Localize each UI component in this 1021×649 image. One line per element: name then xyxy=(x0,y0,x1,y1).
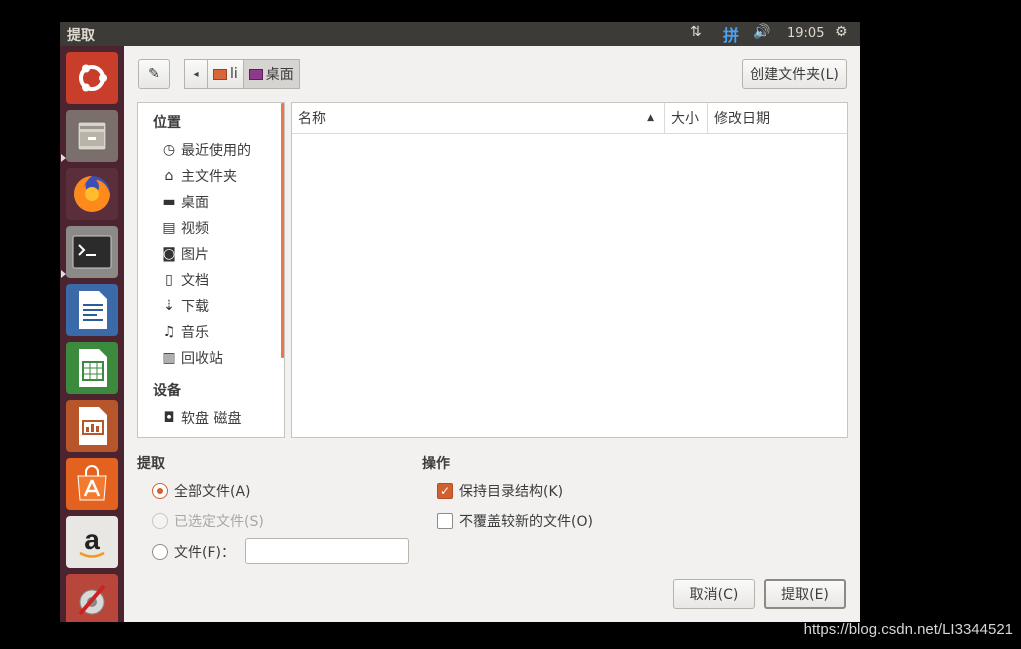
sidebar-item-music[interactable]: ♫ 音乐 xyxy=(161,321,209,343)
home-folder-icon xyxy=(213,68,227,80)
path-bar: ◂ li 桌面 xyxy=(184,59,300,89)
sidebar-item-label: 图片 xyxy=(181,247,209,263)
camera-icon: ◙ xyxy=(162,246,176,262)
sidebar-item-downloads[interactable]: ⇣ 下载 xyxy=(161,295,209,317)
sidebar-item-desktop[interactable]: ▬ 桌面 xyxy=(161,191,209,213)
checkmark-icon: ✓ xyxy=(437,483,453,499)
desktop-screen: 提取 ⇅ 拼 🔊 19:05 ⚙ a ✎ ◂ li 桌面 创建文件夹(L) 位置… xyxy=(60,22,860,622)
sidebar-item-label: 下载 xyxy=(181,299,209,315)
column-label: 大小 xyxy=(671,111,699,127)
chevron-left-icon: ◂ xyxy=(193,68,199,80)
radio-label: 文件(F)： xyxy=(174,545,235,561)
cancel-button[interactable]: 取消(C) xyxy=(673,579,755,609)
music-icon: ♫ xyxy=(162,324,176,340)
gear-icon[interactable]: ⚙ xyxy=(835,24,848,40)
download-icon: ⇣ xyxy=(163,298,175,314)
path-back-button[interactable]: ◂ xyxy=(184,59,208,89)
clock-icon: ◷ xyxy=(162,142,176,158)
radio-indicator xyxy=(152,513,168,529)
sidebar-item-pictures[interactable]: ◙ 图片 xyxy=(161,243,209,265)
column-label: 名称 xyxy=(298,111,326,127)
film-icon: ▤ xyxy=(162,220,176,236)
sort-ascending-icon: ▲ xyxy=(647,113,654,123)
column-label: 修改日期 xyxy=(714,111,770,127)
writer-icon[interactable] xyxy=(66,284,118,336)
top-panel: 提取 ⇅ 拼 🔊 19:05 ⚙ xyxy=(60,22,860,46)
places-sidebar: 位置 ◷ 最近使用的 ⌂ 主文件夹 ▬ 桌面 ▤ 视频 ◙ 图片 ▯ 文档 ⇣ 下载 ♫ 音乐 … xyxy=(137,102,285,438)
home-icon: ⌂ xyxy=(164,168,174,184)
sidebar-item-recent[interactable]: ◷ 最近使用的 xyxy=(161,139,251,161)
sidebar-item-label: 最近使用的 xyxy=(181,143,251,159)
radio-label: 全部文件(A) xyxy=(174,484,251,500)
path-segment-home[interactable]: li xyxy=(208,59,244,89)
network-icon[interactable]: ⇅ xyxy=(690,24,702,40)
sidebar-item-documents[interactable]: ▯ 文档 xyxy=(161,269,209,291)
desktop-folder-icon xyxy=(248,68,263,80)
extract-section-header: 提取 xyxy=(137,456,165,472)
input-method-indicator[interactable]: 拼 xyxy=(723,22,739,46)
sidebar-item-label: 软盘 磁盘 xyxy=(181,411,242,427)
calc-icon[interactable] xyxy=(66,342,118,394)
system-settings-icon[interactable] xyxy=(66,574,118,622)
create-folder-button[interactable]: 创建文件夹(L) xyxy=(742,59,847,89)
checkbox-indicator xyxy=(437,513,453,529)
sidebar-scrollbar[interactable] xyxy=(281,103,284,358)
pencil-icon: ✎ xyxy=(148,66,160,82)
volume-icon[interactable]: 🔊 xyxy=(753,24,770,40)
clock[interactable]: 19:05 xyxy=(787,26,824,41)
column-header-size[interactable]: 大小 xyxy=(665,103,708,133)
sidebar-item-videos[interactable]: ▤ 视频 xyxy=(161,217,209,239)
sidebar-item-label: 桌面 xyxy=(181,195,209,211)
radio-selected-files: 已选定文件(S) xyxy=(152,511,264,531)
trash-icon: ▥ xyxy=(162,350,176,366)
sidebar-item-label: 回收站 xyxy=(181,351,223,367)
firefox-icon[interactable] xyxy=(66,168,118,220)
sidebar-item-label: 视频 xyxy=(181,221,209,237)
radio-indicator xyxy=(152,483,168,499)
amazon-icon[interactable]: a xyxy=(66,516,118,568)
column-header-modified[interactable]: 修改日期 xyxy=(708,103,847,133)
radio-indicator xyxy=(152,544,168,560)
terminal-icon[interactable] xyxy=(66,226,118,278)
floppy-icon: ◘ xyxy=(163,410,175,426)
radio-files[interactable]: 文件(F)： xyxy=(152,542,235,562)
ubuntu-dash-icon[interactable] xyxy=(66,52,118,104)
sidebar-item-home[interactable]: ⌂ 主文件夹 xyxy=(161,165,237,187)
checkbox-label: 不覆盖较新的文件(O) xyxy=(459,514,593,530)
checkbox-no-overwrite[interactable]: 不覆盖较新的文件(O) xyxy=(437,511,593,531)
svg-text:a: a xyxy=(84,524,100,555)
radio-label: 已选定文件(S) xyxy=(174,514,264,530)
actions-section-header: 操作 xyxy=(422,456,450,472)
files-pattern-input[interactable] xyxy=(245,538,409,564)
sidebar-item-label: 文档 xyxy=(181,273,209,289)
checkbox-label: 保持目录结构(K) xyxy=(459,484,564,500)
sidebar-item-trash[interactable]: ▥ 回收站 xyxy=(161,347,223,369)
file-list[interactable]: 名称 ▲ 大小 修改日期 xyxy=(291,102,848,438)
extract-button[interactable]: 提取(E) xyxy=(764,579,846,609)
places-header: 位置 xyxy=(153,115,181,131)
impress-icon[interactable] xyxy=(66,400,118,452)
folder-icon: ▬ xyxy=(162,194,176,210)
path-segment-label: 桌面 xyxy=(265,67,294,83)
software-center-icon[interactable] xyxy=(66,458,118,510)
column-header-name[interactable]: 名称 ▲ xyxy=(292,103,665,133)
watermark: https://blog.csdn.net/LI3344521 xyxy=(803,621,1013,638)
launcher: a xyxy=(60,46,124,622)
path-segment-desktop[interactable]: 桌面 xyxy=(243,59,300,89)
files-icon[interactable] xyxy=(66,110,118,162)
path-segment-label: li xyxy=(230,66,238,82)
sidebar-item-label: 音乐 xyxy=(181,325,209,341)
sidebar-item-floppy[interactable]: ◘ 软盘 磁盘 xyxy=(161,407,241,429)
radio-all-files[interactable]: 全部文件(A) xyxy=(152,481,251,501)
window-title: 提取 xyxy=(67,28,95,44)
sidebar-item-label: 主文件夹 xyxy=(181,169,237,185)
checkbox-keep-structure[interactable]: ✓ 保持目录结构(K) xyxy=(437,481,563,501)
document-icon: ▯ xyxy=(165,272,173,288)
devices-header: 设备 xyxy=(153,383,181,399)
edit-location-button[interactable]: ✎ xyxy=(138,59,170,89)
